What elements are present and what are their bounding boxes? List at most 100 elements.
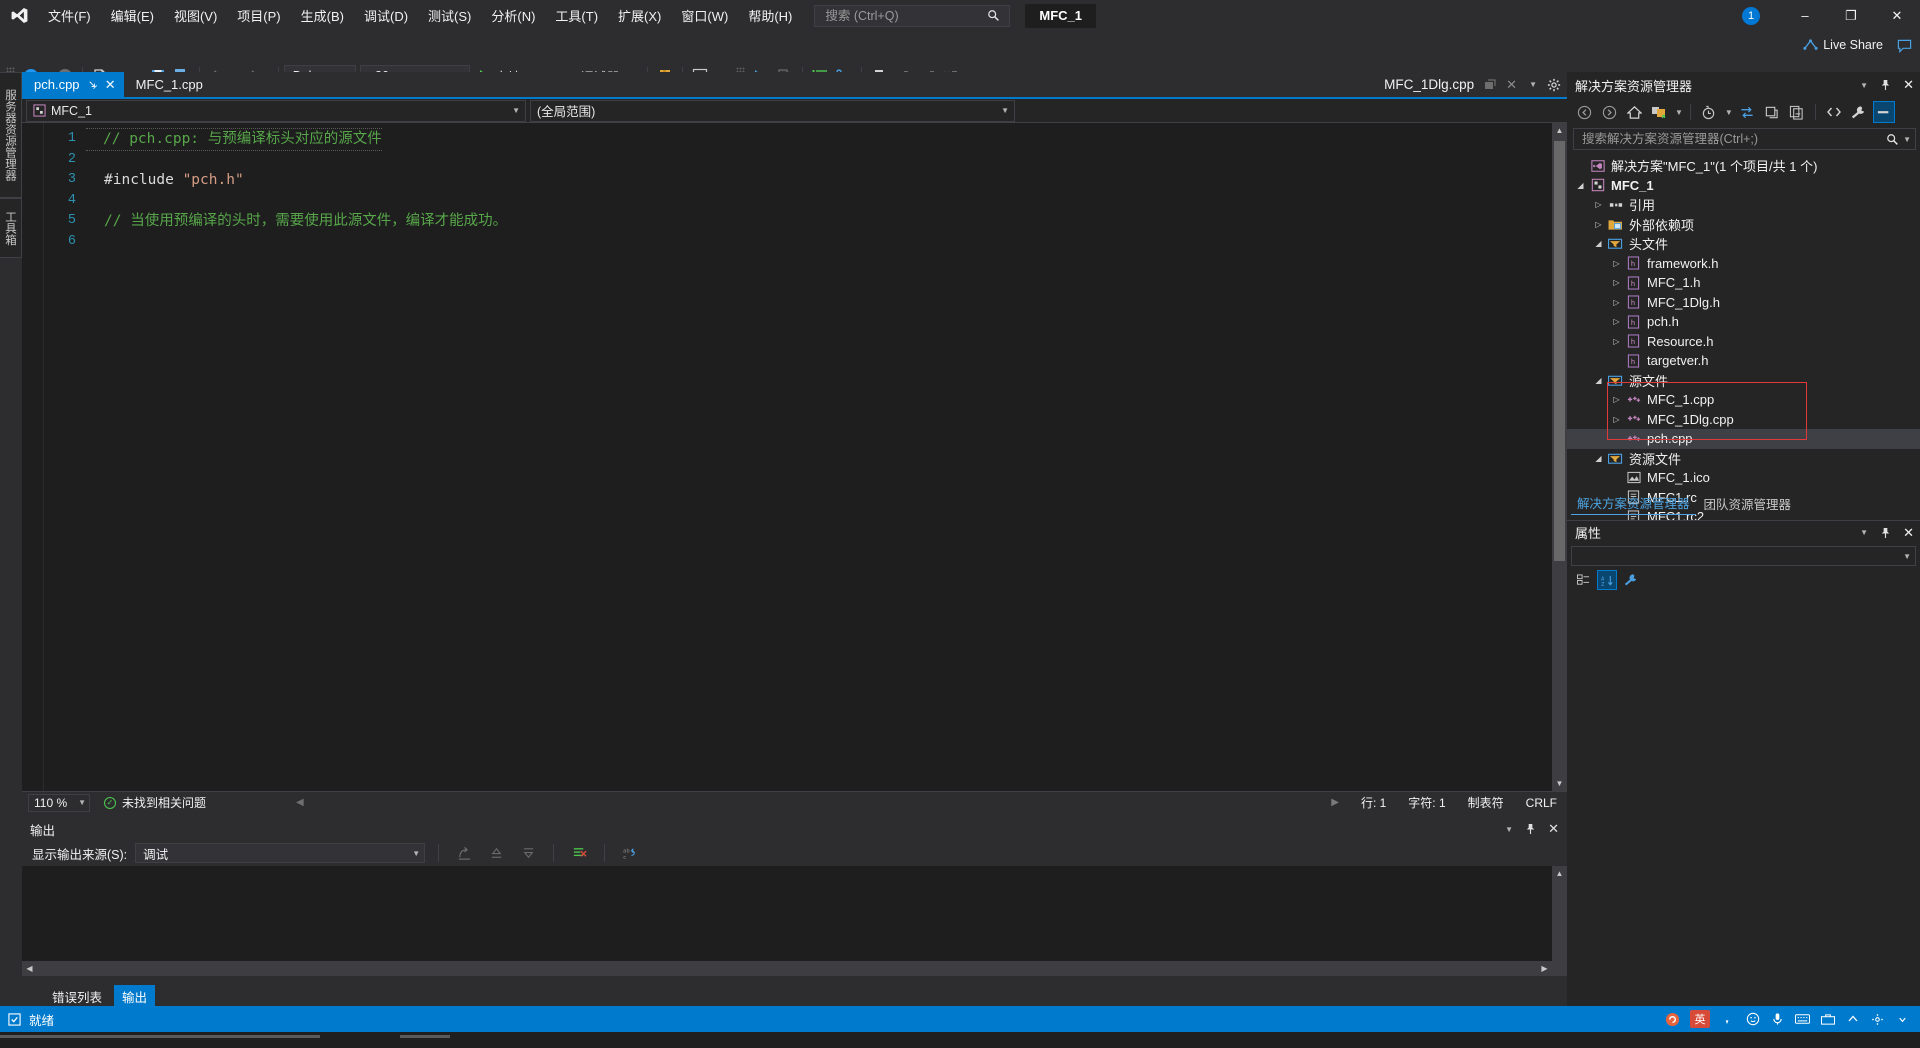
editor-tab-pch-cpp[interactable]: pch.cpp ⇥ ✕ xyxy=(22,72,124,97)
pin-icon[interactable]: ⇥ xyxy=(84,77,100,92)
expander-closed-icon[interactable]: ▷ xyxy=(1609,395,1624,404)
expander-closed-icon[interactable]: ▷ xyxy=(1609,298,1624,307)
scroll-right-icon[interactable]: ▶ xyxy=(1537,961,1552,976)
tree-node-resource-files[interactable]: ◢ 资源文件 xyxy=(1567,449,1920,469)
home-icon[interactable] xyxy=(1623,101,1645,123)
close-button[interactable]: ✕ xyxy=(1874,0,1920,31)
menu-view[interactable]: 视图(V) xyxy=(164,0,227,31)
go-to-message-icon[interactable] xyxy=(452,841,476,865)
close-icon[interactable]: ✕ xyxy=(1903,525,1914,541)
expander-closed-icon[interactable]: ▷ xyxy=(1609,415,1624,424)
forward-icon[interactable] xyxy=(1598,101,1620,123)
solution-tree[interactable]: 解决方案"MFC_1"(1 个项目/共 1 个) ◢ MFC_1 ▷ 引用 ▷ … xyxy=(1567,154,1920,527)
minimize-button[interactable]: – xyxy=(1782,0,1828,31)
tree-node-project[interactable]: ◢ MFC_1 xyxy=(1567,176,1920,196)
status-expand-icon[interactable]: ▶ xyxy=(1331,797,1339,808)
close-icon[interactable]: ✕ xyxy=(1548,821,1559,837)
menu-analyze[interactable]: 分析(N) xyxy=(481,0,545,31)
alphabetical-view-icon[interactable]: AZ xyxy=(1597,570,1617,590)
output-horizontal-scrollbar[interactable]: ◀ ▶ xyxy=(22,961,1567,976)
zoom-level-combo[interactable]: 110 % ▼ xyxy=(28,793,90,812)
menu-help[interactable]: 帮助(H) xyxy=(738,0,802,31)
chevron-down-icon[interactable]: ▼ xyxy=(1675,108,1683,117)
scroll-left-icon[interactable]: ◀ xyxy=(22,961,37,976)
expander-closed-icon[interactable]: ▷ xyxy=(1609,317,1624,326)
expander-open-icon[interactable]: ◢ xyxy=(1573,181,1588,190)
tree-node-source-files[interactable]: ◢ 源文件 xyxy=(1567,371,1920,391)
expander-closed-icon[interactable]: ▷ xyxy=(1591,220,1606,229)
solution-explorer-search[interactable]: ▼ xyxy=(1573,128,1916,150)
close-icon[interactable]: ✕ xyxy=(105,77,116,93)
active-project-chip[interactable]: MFC_1 xyxy=(1025,3,1096,28)
properties-wrench-icon[interactable] xyxy=(1621,570,1641,590)
expander-closed-icon[interactable]: ▷ xyxy=(1609,259,1624,268)
tree-node-resource-h[interactable]: ▷ h Resource.h xyxy=(1567,332,1920,352)
sln-tab-team-explorer[interactable]: 团队资源管理器 xyxy=(1698,492,1798,515)
quick-launch-search[interactable] xyxy=(814,4,1011,27)
emoji-icon[interactable] xyxy=(1745,1012,1760,1027)
tree-node-mfc1-ico[interactable]: MFC_1.ico xyxy=(1567,468,1920,488)
ime-mode-badge[interactable]: 英 xyxy=(1690,1010,1710,1028)
output-text-area[interactable]: ▲ ▼ ◀ ▶ xyxy=(22,866,1567,976)
expander-closed-icon[interactable]: ▷ xyxy=(1609,278,1624,287)
expander-closed-icon[interactable]: ▷ xyxy=(1609,337,1624,346)
live-share-button[interactable]: Live Share xyxy=(1803,38,1883,53)
scroll-up-icon[interactable]: ▲ xyxy=(1552,123,1567,138)
output-vertical-scrollbar[interactable]: ▲ ▼ xyxy=(1552,866,1567,976)
menu-edit[interactable]: 编辑(E) xyxy=(101,0,164,31)
code-editor-surface[interactable]: 1 // pch.cpp: 与预编译标头对应的源文件 2 3 #include … xyxy=(22,123,1567,791)
navigation-member-combo[interactable]: (全局范围) ▼ xyxy=(530,99,1015,122)
notification-badge[interactable]: 1 xyxy=(1742,6,1760,25)
document-list-chevron-icon[interactable]: ▼ xyxy=(1529,80,1537,89)
editor-vertical-scrollbar[interactable]: ▲ ▼ xyxy=(1552,123,1567,791)
menu-build[interactable]: 生成(B) xyxy=(291,0,354,31)
chevron-down-icon[interactable]: ▼ xyxy=(1725,108,1733,117)
sogou-icon[interactable] xyxy=(1665,1012,1680,1027)
chevron-down-icon[interactable]: ▼ xyxy=(1903,135,1911,144)
settings-icon[interactable] xyxy=(1870,1012,1885,1027)
tree-node-pch-h[interactable]: ▷ h pch.h xyxy=(1567,312,1920,332)
tree-node-external-dependencies[interactable]: ▷ 外部依赖项 xyxy=(1567,215,1920,235)
menu-project[interactable]: 项目(P) xyxy=(227,0,290,31)
pending-changes-icon[interactable] xyxy=(1698,101,1720,123)
sln-tab-solution-explorer[interactable]: 解决方案资源管理器 xyxy=(1571,491,1696,515)
editor-scroll-thumb[interactable] xyxy=(1554,141,1565,561)
chevron-down-icon[interactable]: ▼ xyxy=(1860,528,1868,537)
tree-node-targetver-h[interactable]: h targetver.h xyxy=(1567,351,1920,371)
menu-debug[interactable]: 调试(D) xyxy=(354,0,418,31)
properties-wrench-icon[interactable] xyxy=(1848,101,1870,123)
bottom-tab-output[interactable]: 输出 xyxy=(114,984,156,1008)
show-all-files-icon[interactable] xyxy=(1823,101,1845,123)
float-window-icon[interactable] xyxy=(1484,78,1496,91)
tree-node-mfc1dlg-cpp[interactable]: ▷ MFC_1Dlg.cpp xyxy=(1567,410,1920,430)
collapse-all-icon[interactable] xyxy=(1786,101,1808,123)
gear-icon[interactable] xyxy=(1547,78,1561,92)
tree-node-references[interactable]: ▷ 引用 xyxy=(1567,195,1920,215)
menu-test[interactable]: 测试(S) xyxy=(418,0,481,31)
chevron-down-icon[interactable]: ▼ xyxy=(1860,81,1868,90)
vtab-toolbox[interactable]: 工具箱 xyxy=(0,198,22,258)
menu-tools[interactable]: 工具(T) xyxy=(545,0,608,31)
toolbox-icon[interactable] xyxy=(1820,1012,1835,1027)
close-icon[interactable]: ✕ xyxy=(1903,77,1914,93)
expander-closed-icon[interactable]: ▷ xyxy=(1591,200,1606,209)
toggle-preview-pane-icon[interactable] xyxy=(1872,101,1895,123)
output-source-combo[interactable]: 调试 ▼ xyxy=(135,843,426,863)
sync-with-active-document-icon[interactable] xyxy=(1736,101,1758,123)
tree-node-mfc1dlg-h[interactable]: ▷ h MFC_1Dlg.h xyxy=(1567,293,1920,313)
menu-file[interactable]: 文件(F) xyxy=(38,0,101,31)
tree-node-mfc1-cpp[interactable]: ▷ MFC_1.cpp xyxy=(1567,390,1920,410)
search-icon[interactable] xyxy=(1886,133,1899,146)
properties-object-combo[interactable]: ▼ xyxy=(1571,546,1916,566)
clear-output-icon[interactable] xyxy=(567,841,591,865)
scroll-down-icon[interactable]: ▼ xyxy=(1552,776,1567,791)
previous-message-icon[interactable] xyxy=(484,841,508,865)
solution-search-input[interactable] xyxy=(1580,131,1887,147)
chevron-down-icon[interactable]: ▼ xyxy=(1505,825,1513,834)
expander-open-icon[interactable]: ◢ xyxy=(1591,376,1606,385)
comma-icon[interactable] xyxy=(1720,1012,1735,1027)
maximize-button[interactable]: ❐ xyxy=(1828,0,1874,31)
microphone-icon[interactable] xyxy=(1770,1012,1785,1027)
tree-node-solution[interactable]: 解决方案"MFC_1"(1 个项目/共 1 个) xyxy=(1567,156,1920,176)
tree-node-framework-h[interactable]: ▷ h framework.h xyxy=(1567,254,1920,274)
